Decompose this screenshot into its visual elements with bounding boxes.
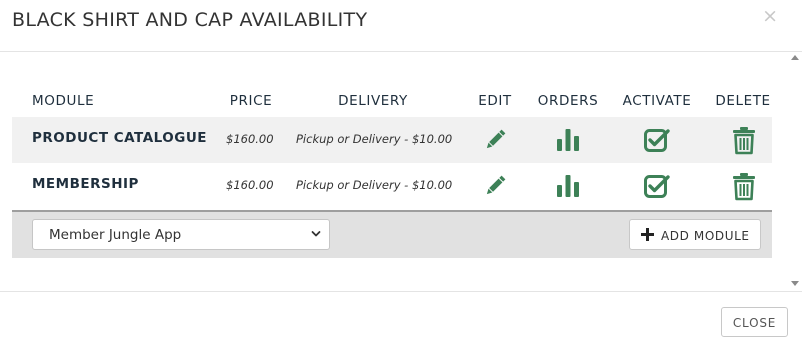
trash-icon[interactable] (729, 171, 759, 201)
module-name: MEMBERSHIP (32, 176, 139, 192)
module-select-value: Member Jungle App (49, 227, 182, 243)
table-row: MEMBERSHIP $160.00 Pickup or Delivery - … (12, 163, 772, 209)
column-header-delete: DELETE (715, 93, 771, 109)
scroll-up-arrow-icon[interactable] (791, 55, 799, 60)
column-header-orders: ORDERS (537, 93, 599, 109)
pencil-icon[interactable] (480, 125, 510, 155)
trash-icon[interactable] (729, 125, 759, 155)
add-module-bar: Member Jungle App ADD MODULE (12, 210, 772, 258)
add-module-button[interactable]: ADD MODULE (629, 219, 761, 250)
module-delivery: Pickup or Delivery - $10.00 (296, 178, 453, 192)
module-delivery: Pickup or Delivery - $10.00 (296, 132, 453, 146)
modal-dialog: BLACK SHIRT AND CAP AVAILABILITY × MODUL… (0, 0, 802, 351)
modal-footer: CLOSE (0, 291, 802, 352)
column-header-price: PRICE (229, 93, 273, 109)
module-price: $160.00 (226, 178, 274, 192)
bar-chart-icon[interactable] (553, 125, 583, 155)
close-icon[interactable]: × (762, 5, 778, 27)
module-select[interactable]: Member Jungle App (32, 219, 330, 250)
column-header-edit: EDIT (478, 93, 512, 109)
modal-title: BLACK SHIRT AND CAP AVAILABILITY (12, 9, 368, 31)
close-button-label: CLOSE (732, 316, 777, 330)
plus-icon (641, 228, 654, 241)
pencil-icon[interactable] (480, 171, 510, 201)
modal-body: MODULE PRICE DELIVERY EDIT ORDERS ACTIVA… (0, 52, 802, 290)
column-header-module: MODULE (32, 93, 95, 109)
close-button[interactable]: CLOSE (721, 307, 788, 337)
scroll-down-arrow-icon[interactable] (791, 281, 799, 286)
column-header-delivery: DELIVERY (338, 93, 408, 109)
module-name: PRODUCT CATALOGUE (32, 130, 208, 146)
bar-chart-icon[interactable] (553, 171, 583, 201)
column-header-activate: ACTIVATE (622, 93, 692, 109)
check-square-icon[interactable] (641, 171, 671, 201)
table-row: PRODUCT CATALOGUE $160.00 Pickup or Deli… (12, 117, 772, 163)
chevron-down-icon (311, 231, 321, 237)
module-price: $160.00 (226, 132, 274, 146)
vertical-scrollbar[interactable] (788, 52, 802, 290)
check-square-icon[interactable] (641, 125, 671, 155)
add-module-label: ADD MODULE (661, 229, 750, 243)
modal-header: BLACK SHIRT AND CAP AVAILABILITY × (0, 0, 802, 52)
